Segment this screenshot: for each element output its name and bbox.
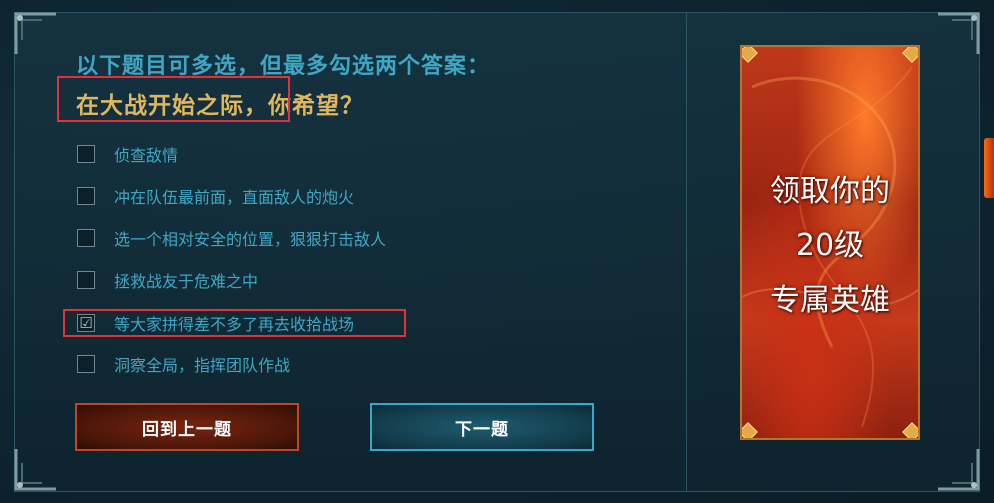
- panel-divider: [686, 12, 687, 492]
- banner-line-3: 专属英雄: [770, 283, 890, 318]
- option-1-checkbox[interactable]: [77, 145, 95, 163]
- option-1[interactable]: 侦查敌情: [77, 142, 178, 166]
- banner-line-1: 领取你的: [770, 174, 890, 209]
- option-6-checkbox[interactable]: [77, 355, 95, 373]
- option-3-label: 选一个相对安全的位置，狠狠打击敌人: [114, 230, 387, 249]
- option-4-checkbox[interactable]: [77, 271, 95, 289]
- banner-line-2: 20级: [795, 228, 865, 263]
- selected-option-highlight-box: [63, 309, 406, 337]
- option-4-label: 拯救战友于危难之中: [114, 272, 259, 291]
- option-1-label: 侦查敌情: [114, 146, 179, 165]
- previous-question-button[interactable]: 回到上一题: [75, 403, 299, 451]
- option-3[interactable]: 选一个相对安全的位置，狠狠打击敌人: [77, 226, 386, 250]
- corner-ornament-top-left-icon: [12, 10, 60, 58]
- quiz-panel: 以下题目可多选，但最多勾选两个答案： 在大战开始之际 ，你希望？ 侦查敌情 冲在队…: [0, 0, 994, 503]
- option-2[interactable]: 冲在队伍最前面，直面敌人的炮火: [77, 184, 354, 208]
- option-4[interactable]: 拯救战友于危难之中: [77, 268, 258, 292]
- prompt-highlight-box: [57, 76, 290, 122]
- reward-banner[interactable]: 领取你的 20级 专属英雄: [740, 45, 920, 440]
- corner-ornament-top-right-icon: [934, 10, 982, 58]
- option-6[interactable]: 洞察全局，指挥团队作战: [77, 352, 290, 376]
- corner-ornament-bottom-right-icon: [934, 445, 982, 493]
- next-question-button[interactable]: 下一题: [370, 403, 594, 451]
- option-2-label: 冲在队伍最前面，直面敌人的炮火: [114, 188, 355, 207]
- option-2-checkbox[interactable]: [77, 187, 95, 205]
- option-3-checkbox[interactable]: [77, 229, 95, 247]
- side-tab[interactable]: [984, 138, 994, 198]
- corner-ornament-bottom-left-icon: [12, 445, 60, 493]
- option-6-label: 洞察全局，指挥团队作战: [114, 356, 291, 375]
